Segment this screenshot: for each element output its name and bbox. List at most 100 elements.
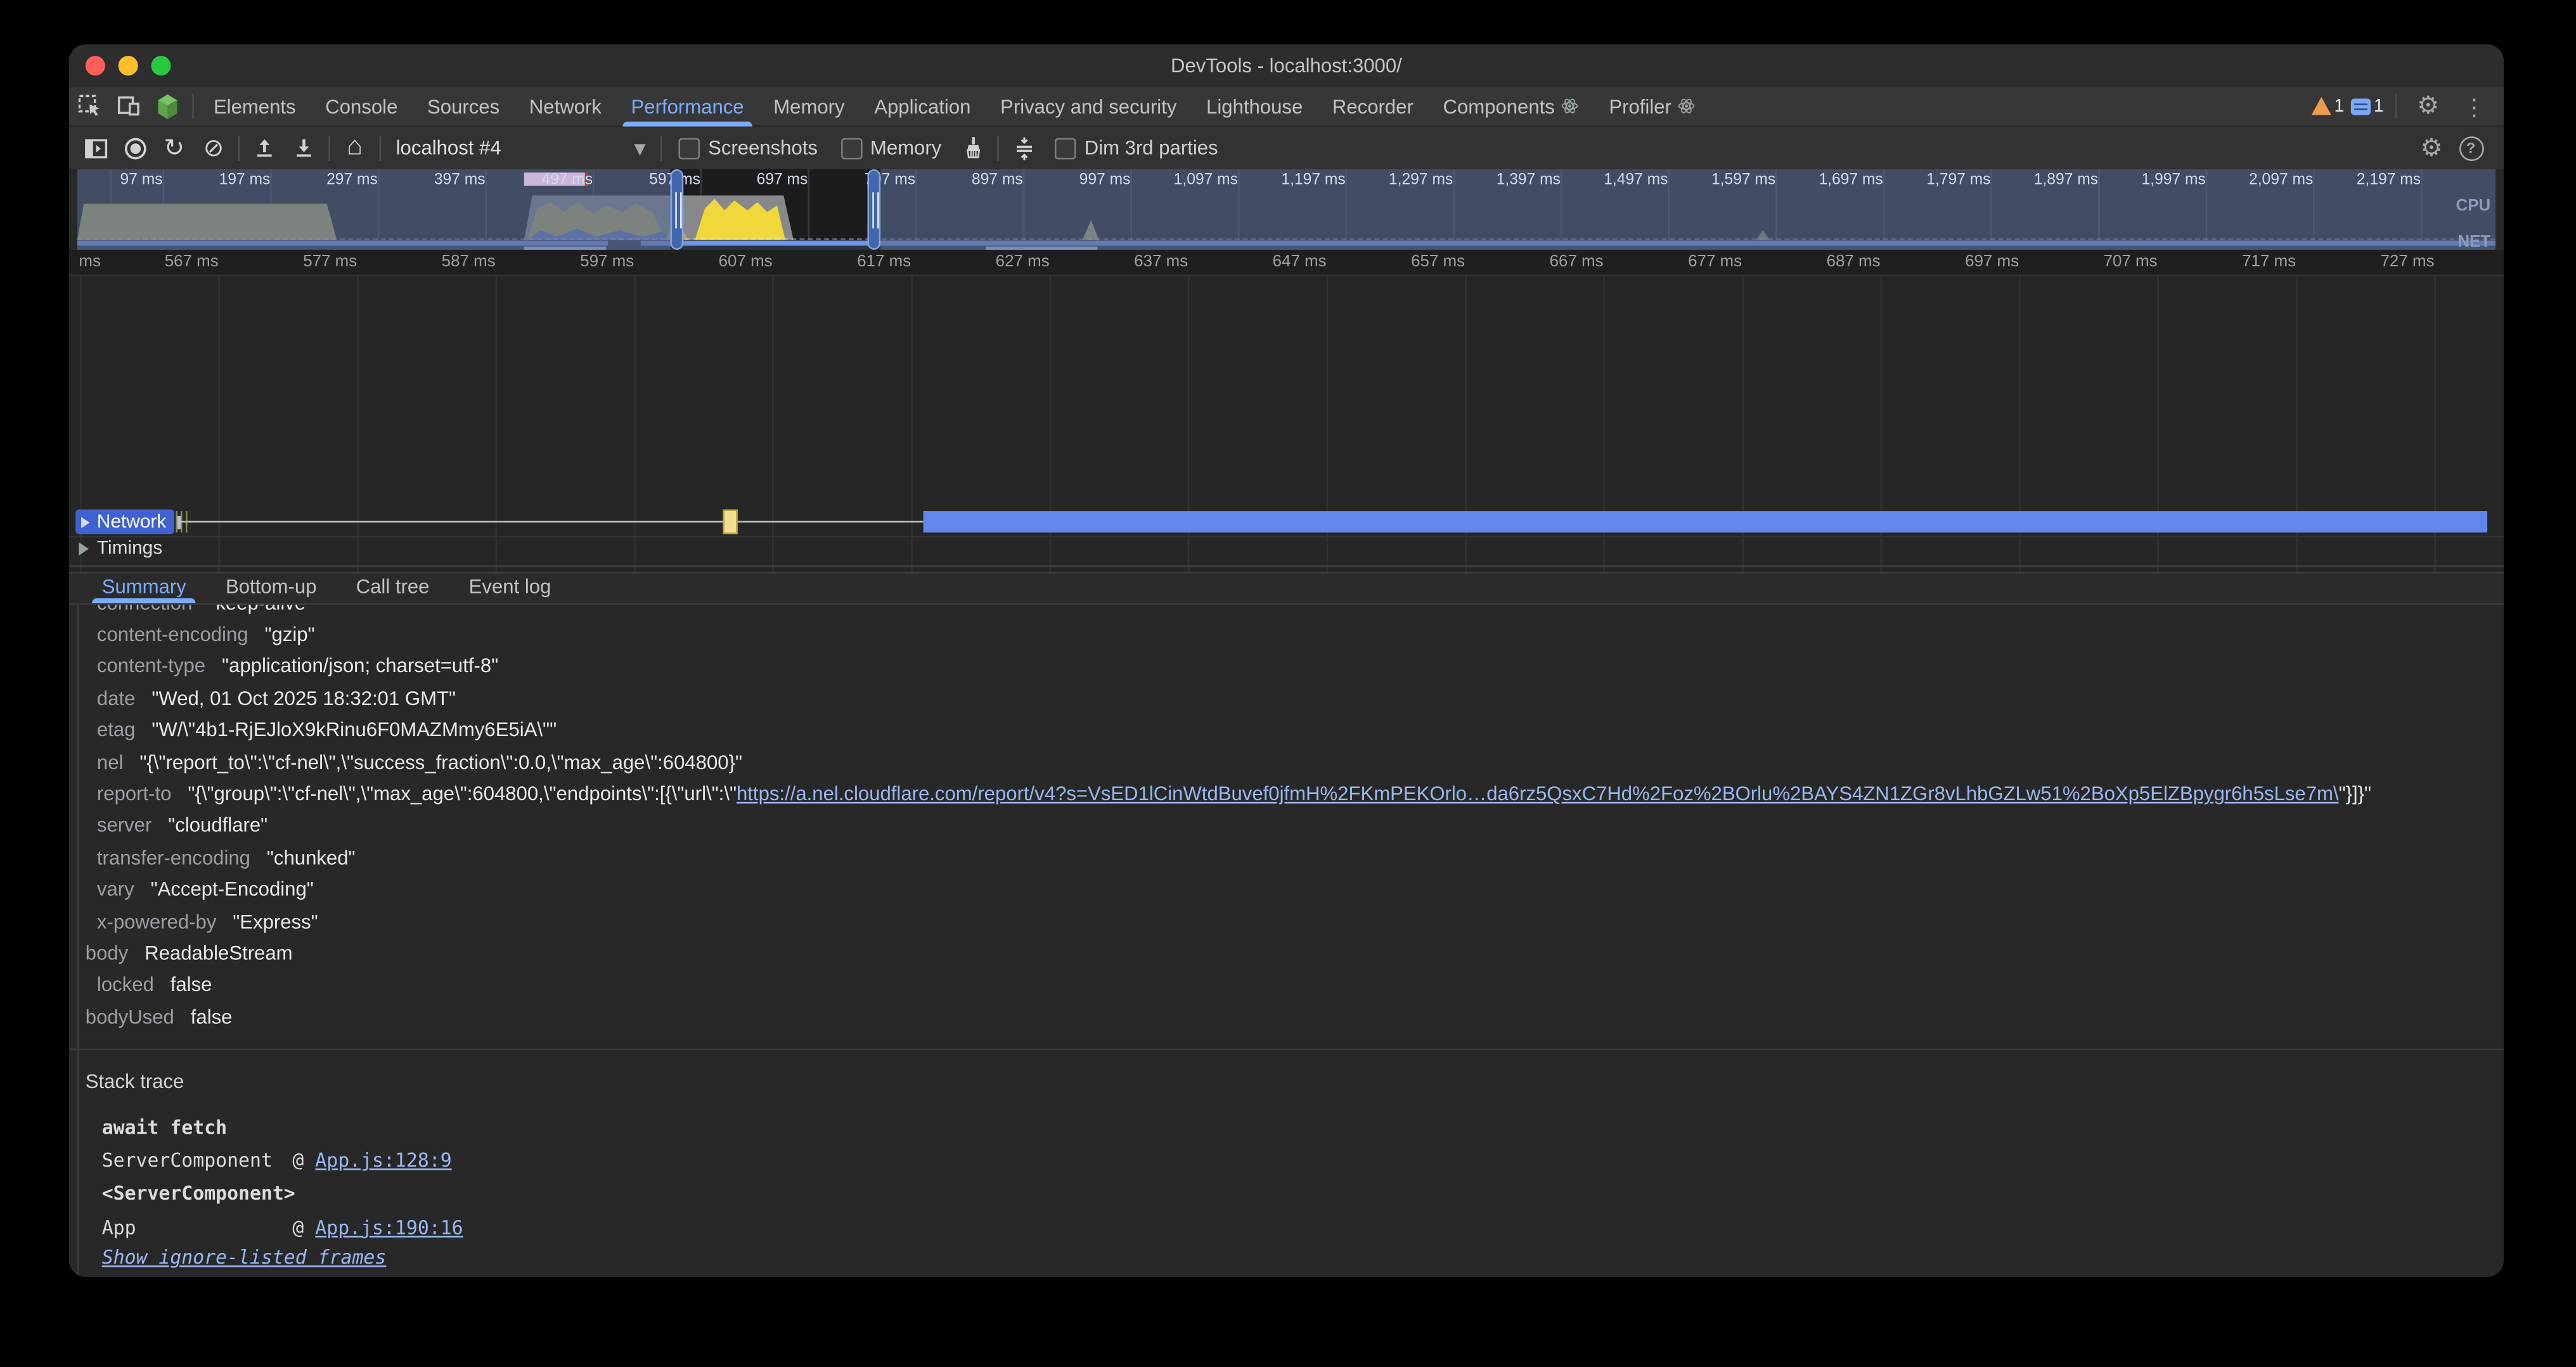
overview-tick: 1,797 ms [1892, 171, 1991, 190]
device-toolbar-icon[interactable] [108, 88, 148, 124]
tab-components[interactable]: Components [1428, 86, 1594, 126]
checkbox-box [678, 137, 700, 159]
download-profile-icon[interactable] [284, 130, 323, 166]
property-row: etag"W/\"4b1-RjEJloX9kRinu6F0MAZMmy6E5iA… [86, 714, 2504, 746]
tab-call-tree[interactable]: Call tree [337, 570, 449, 603]
overview-tick: 2,097 ms [2215, 171, 2314, 190]
extension-icon[interactable] [148, 88, 187, 124]
network-request-bar[interactable] [924, 511, 2487, 533]
collect-garbage-icon[interactable] [953, 130, 992, 166]
overview-tick: 2,197 ms [2322, 171, 2421, 190]
chevron-down-icon: ▾ [634, 136, 645, 159]
collapse-flame-icon[interactable] [1004, 130, 1043, 166]
window-handle-left[interactable] [670, 169, 683, 250]
dim-3rd-parties-checkbox[interactable]: Dim 3rd parties [1055, 136, 1218, 159]
titlebar: DevTools - localhost:3000/ [69, 44, 2504, 87]
property-row: connection"keep-alive" [86, 605, 2504, 619]
network-request-block[interactable] [723, 509, 737, 534]
record-and-reload-icon[interactable]: ↻ [155, 130, 194, 166]
property-row: bodyUsedfalse [86, 1001, 2504, 1033]
tab-summary[interactable]: Summary [82, 570, 206, 603]
overview-tick: 997 ms [1032, 171, 1131, 190]
tab-memory[interactable]: Memory [759, 86, 860, 126]
overview-tick: 1,297 ms [1355, 171, 1453, 190]
source-link[interactable]: App.js:190:16 [315, 1216, 463, 1239]
close-window-button[interactable] [86, 56, 105, 75]
tab-bottom-up[interactable]: Bottom-up [206, 570, 337, 603]
bottom-tabbar: Summary Bottom-up Call tree Event log [69, 572, 2504, 605]
checkbox-box [840, 137, 862, 159]
panel-tabbar: Elements Console Sources Network Perform… [69, 87, 2504, 126]
minimize-window-button[interactable] [119, 56, 138, 75]
home-icon[interactable]: ⌂ [335, 130, 375, 166]
window-handle-right[interactable] [867, 169, 880, 250]
overview-tick: 897 ms [924, 171, 1023, 190]
overview-tick: 1,597 ms [1677, 171, 1776, 190]
overview-tick: 1,697 ms [1784, 171, 1883, 190]
inspect-element-icon[interactable] [69, 88, 108, 124]
warning-icon [2311, 97, 2331, 115]
stack-trace-title: Stack trace [86, 1071, 2504, 1094]
overview-tick: 1,397 ms [1462, 171, 1561, 190]
report-url-link[interactable]: https://a.nel.cloudflare.com/report/v4?s… [737, 782, 2339, 805]
kebab-menu-icon[interactable]: ⋮ [2454, 88, 2494, 124]
overview-tick: 297 ms [279, 171, 378, 190]
tab-application[interactable]: Application [860, 86, 986, 126]
summary-pane[interactable]: connection"keep-alive" content-encoding"… [69, 605, 2504, 1277]
stack-frame: <ServerComponent> [102, 1177, 2504, 1210]
show-ignore-listed-frames-link[interactable]: Show ignore-listed frames [102, 1246, 387, 1269]
property-row: content-encoding"gzip" [86, 619, 2504, 651]
property-row: content-type"application/json; charset=u… [86, 651, 2504, 682]
screenshot-stage: DevTools - localhost:3000/ Elements Cons… [0, 0, 2576, 1367]
devtools-window: DevTools - localhost:3000/ Elements Cons… [69, 44, 2504, 1277]
tab-recorder[interactable]: Recorder [1318, 86, 1429, 126]
overview-tick: 1,897 ms [2000, 171, 2099, 190]
track-timings[interactable]: Timings [79, 539, 162, 559]
issues-badge[interactable]: 1 [2351, 96, 2384, 116]
source-link[interactable]: App.js:128:9 [315, 1149, 451, 1172]
screenshots-checkbox[interactable]: Screenshots [678, 136, 818, 159]
clear-icon[interactable]: ⊘ [194, 130, 233, 166]
overview-tick: 1,997 ms [2107, 171, 2206, 190]
tab-console[interactable]: Console [311, 86, 413, 126]
panel-settings-gear-icon[interactable]: ⚙ [2412, 130, 2451, 166]
ruler-unit: ms [79, 253, 101, 271]
warnings-badge[interactable]: 1 [2311, 96, 2344, 116]
overview-tick: 797 ms [817, 171, 916, 190]
tab-elements[interactable]: Elements [199, 86, 311, 126]
disclosure-triangle-network[interactable] [81, 516, 89, 528]
tab-profiler[interactable]: Profiler [1594, 86, 1711, 126]
property-row: vary"Accept-Encoding" [86, 874, 2504, 905]
tab-network[interactable]: Network [514, 86, 616, 126]
issues-icon [2351, 98, 2371, 114]
response-properties: connection"keep-alive" content-encoding"… [69, 605, 2504, 1033]
track-network[interactable]: Network [75, 509, 174, 534]
property-row: lockedfalse [86, 969, 2504, 1001]
property-row-report-to: report-to "{\"group\":\"cf-nel\",\"max_a… [86, 778, 2504, 810]
net-label: NET [2457, 233, 2490, 250]
disclosure-triangle-timings[interactable] [79, 542, 89, 555]
overview-tick: 497 ms [494, 171, 593, 190]
flame-chart-tracks[interactable]: Network Timings Server Requests — Custom… [69, 276, 2504, 572]
tab-lighthouse[interactable]: Lighthouse [1192, 86, 1318, 126]
timeline-overview[interactable]: 97 ms 197 ms 297 ms 397 ms 497 ms 597 ms… [77, 169, 2496, 250]
checkbox-box [1055, 137, 1076, 159]
cpu-label: CPU [2456, 197, 2490, 216]
tab-sources[interactable]: Sources [413, 86, 515, 126]
toggle-sidebar-icon[interactable] [75, 130, 115, 166]
settings-gear-icon[interactable]: ⚙ [2409, 88, 2448, 124]
property-row: server"cloudflare" [86, 810, 2504, 841]
help-icon[interactable]: ? [2451, 130, 2490, 166]
record-button[interactable] [115, 130, 154, 166]
history-select[interactable]: localhost #4 ▾ [386, 136, 655, 159]
overview-tick: 697 ms [709, 171, 808, 190]
memory-checkbox[interactable]: Memory [840, 136, 941, 159]
zoom-window-button[interactable] [151, 56, 171, 75]
tab-event-log[interactable]: Event log [449, 570, 571, 603]
tab-privacy-and-security[interactable]: Privacy and security [986, 86, 1192, 126]
tab-performance[interactable]: Performance [616, 86, 759, 126]
summary-divider [69, 1049, 2504, 1051]
upload-profile-icon[interactable] [245, 130, 284, 166]
stack-trace: await fetch ServerComponent@ App.js:128:… [102, 1110, 2504, 1269]
react-atom-icon [1561, 97, 1580, 115]
